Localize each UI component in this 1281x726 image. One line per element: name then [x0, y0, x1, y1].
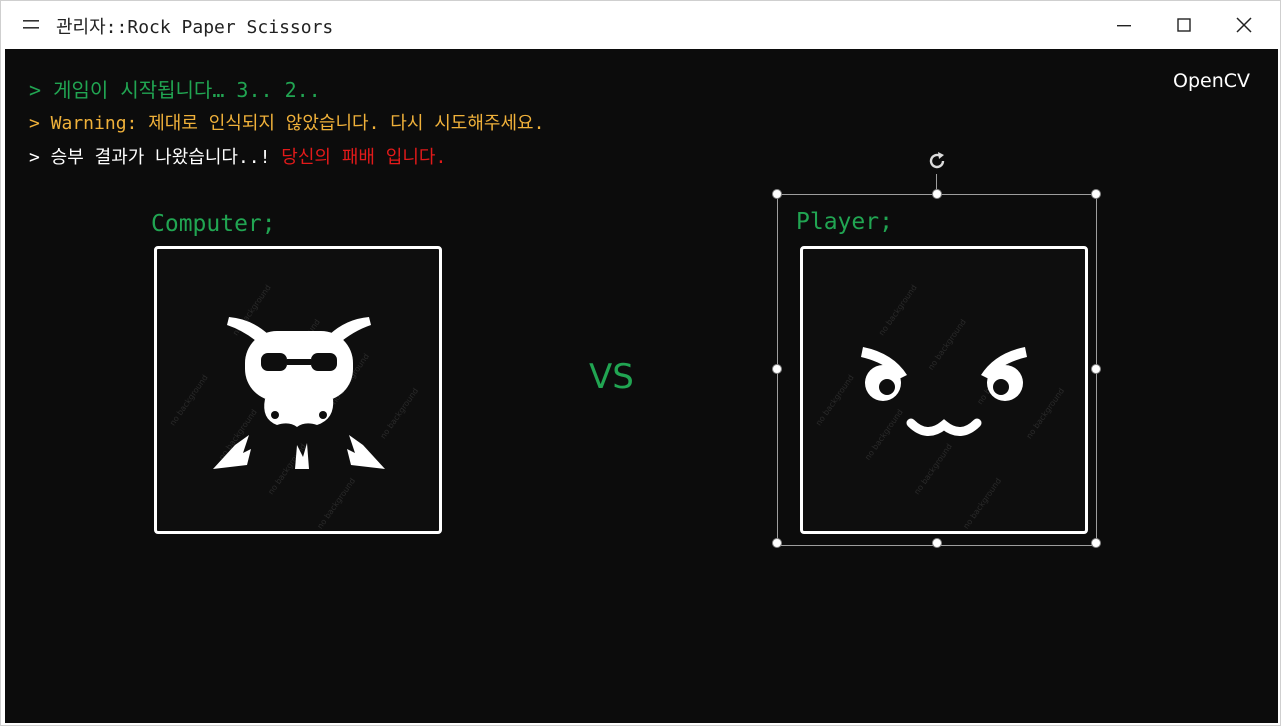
console-area: > 게임이 시작됩니다… 3.. 2.. > Warning: 제대로 인식되지… [5, 49, 1278, 723]
transform-handles[interactable] [777, 194, 1097, 546]
maximize-icon [1177, 18, 1191, 32]
result-outcome: 당신의 패배 입니다. [281, 147, 447, 168]
minimize-icon [1117, 25, 1131, 27]
menu-icon[interactable] [23, 19, 43, 31]
opencv-label: OpenCV [1172, 70, 1250, 92]
resize-handle[interactable] [932, 189, 942, 199]
app-window: 관리자::Rock Paper Scissors > 게임이 시작됩니다… 3.… [0, 0, 1281, 726]
resize-handle[interactable] [772, 364, 782, 374]
resize-handle[interactable] [772, 189, 782, 199]
versus-label: VS [589, 357, 634, 397]
resize-handle[interactable] [1091, 189, 1101, 199]
computer-label: Computer; [151, 211, 276, 237]
resize-handle[interactable] [1091, 538, 1101, 548]
minimize-button[interactable] [1094, 1, 1154, 49]
window-title: 관리자::Rock Paper Scissors [56, 17, 334, 38]
close-icon [1236, 17, 1252, 33]
title-bar[interactable]: 관리자::Rock Paper Scissors [1, 1, 1280, 49]
warning-line: > Warning: 제대로 인식되지 않았습니다. 다시 시도해주세요. [29, 113, 545, 134]
computer-card: no background no background no background… [154, 246, 442, 534]
rotate-icon[interactable] [925, 149, 949, 173]
resize-handle[interactable] [1091, 364, 1101, 374]
countdown-line: > 게임이 시작됩니다… 3.. 2.. [29, 78, 321, 102]
resize-handle[interactable] [932, 538, 942, 548]
close-button[interactable] [1214, 1, 1274, 49]
maximize-button[interactable] [1154, 1, 1214, 49]
resize-handle[interactable] [772, 538, 782, 548]
skull-bunny-icon [213, 317, 385, 469]
result-line: > 승부 결과가 나왔습니다..! 당신의 패배 입니다. [29, 143, 446, 169]
result-prefix: > 승부 결과가 나왔습니다..! [29, 147, 282, 168]
